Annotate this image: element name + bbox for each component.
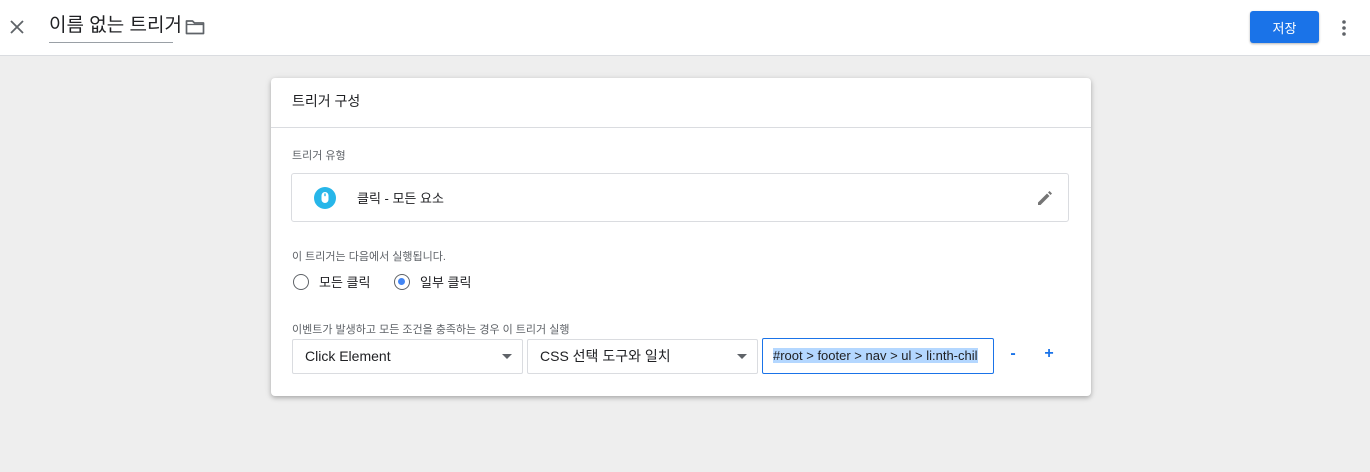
mouse-icon <box>314 187 336 209</box>
folder-icon <box>185 20 205 35</box>
remove-condition-button[interactable]: - <box>1005 343 1021 365</box>
radio-label: 모든 클릭 <box>319 275 371 290</box>
trigger-type-value: 클릭 - 모든 요소 <box>357 191 444 206</box>
css-selector-input[interactable]: #root > footer > nav > ul > li:nth-chil <box>762 338 994 374</box>
radio-label: 일부 클릭 <box>420 275 472 290</box>
css-selector-value: #root > footer > nav > ul > li:nth-chil <box>773 348 978 363</box>
operator-select-value: CSS 선택 도구와 일치 <box>540 348 671 364</box>
dropdown-arrow-icon <box>737 354 747 359</box>
condition-label: 이벤트가 발생하고 모든 조건을 충족하는 경우 이 트리거 실행 <box>292 324 570 336</box>
radio-all-clicks[interactable]: 모든 클릭 <box>293 272 370 291</box>
trigger-type-selector[interactable]: 클릭 - 모든 요소 <box>291 173 1069 222</box>
add-condition-button[interactable]: + <box>1041 343 1057 365</box>
more-vert-icon <box>1342 20 1346 36</box>
card-title: 트리거 구성 <box>271 78 1091 128</box>
fire-on-label: 이 트리거는 다음에서 실행됩니다. <box>292 251 446 263</box>
close-icon <box>10 20 24 34</box>
variable-select-value: Click Element <box>305 348 391 364</box>
trigger-name-input[interactable]: 이름 없는 트리거 <box>49 12 182 43</box>
more-options-button[interactable] <box>1334 14 1354 42</box>
variable-select[interactable]: Click Element <box>292 339 523 374</box>
pencil-icon[interactable] <box>1035 188 1055 208</box>
trigger-type-label: 트리거 유형 <box>292 150 346 162</box>
radio-some-clicks[interactable]: 일부 클릭 <box>394 272 471 291</box>
operator-select[interactable]: CSS 선택 도구와 일치 <box>527 339 758 374</box>
radio-button-unchecked[interactable] <box>293 273 309 290</box>
dropdown-arrow-icon <box>502 354 512 359</box>
radio-button-checked[interactable] <box>394 273 410 290</box>
top-bar: 이름 없는 트리거 저장 <box>0 0 1370 56</box>
save-button[interactable]: 저장 <box>1250 11 1319 43</box>
folder-button[interactable] <box>183 16 207 38</box>
close-button[interactable] <box>4 14 30 40</box>
trigger-configuration-card: 트리거 구성 트리거 유형 클릭 - 모든 요소 이 트리거는 다음에서 실행됩… <box>271 78 1091 396</box>
